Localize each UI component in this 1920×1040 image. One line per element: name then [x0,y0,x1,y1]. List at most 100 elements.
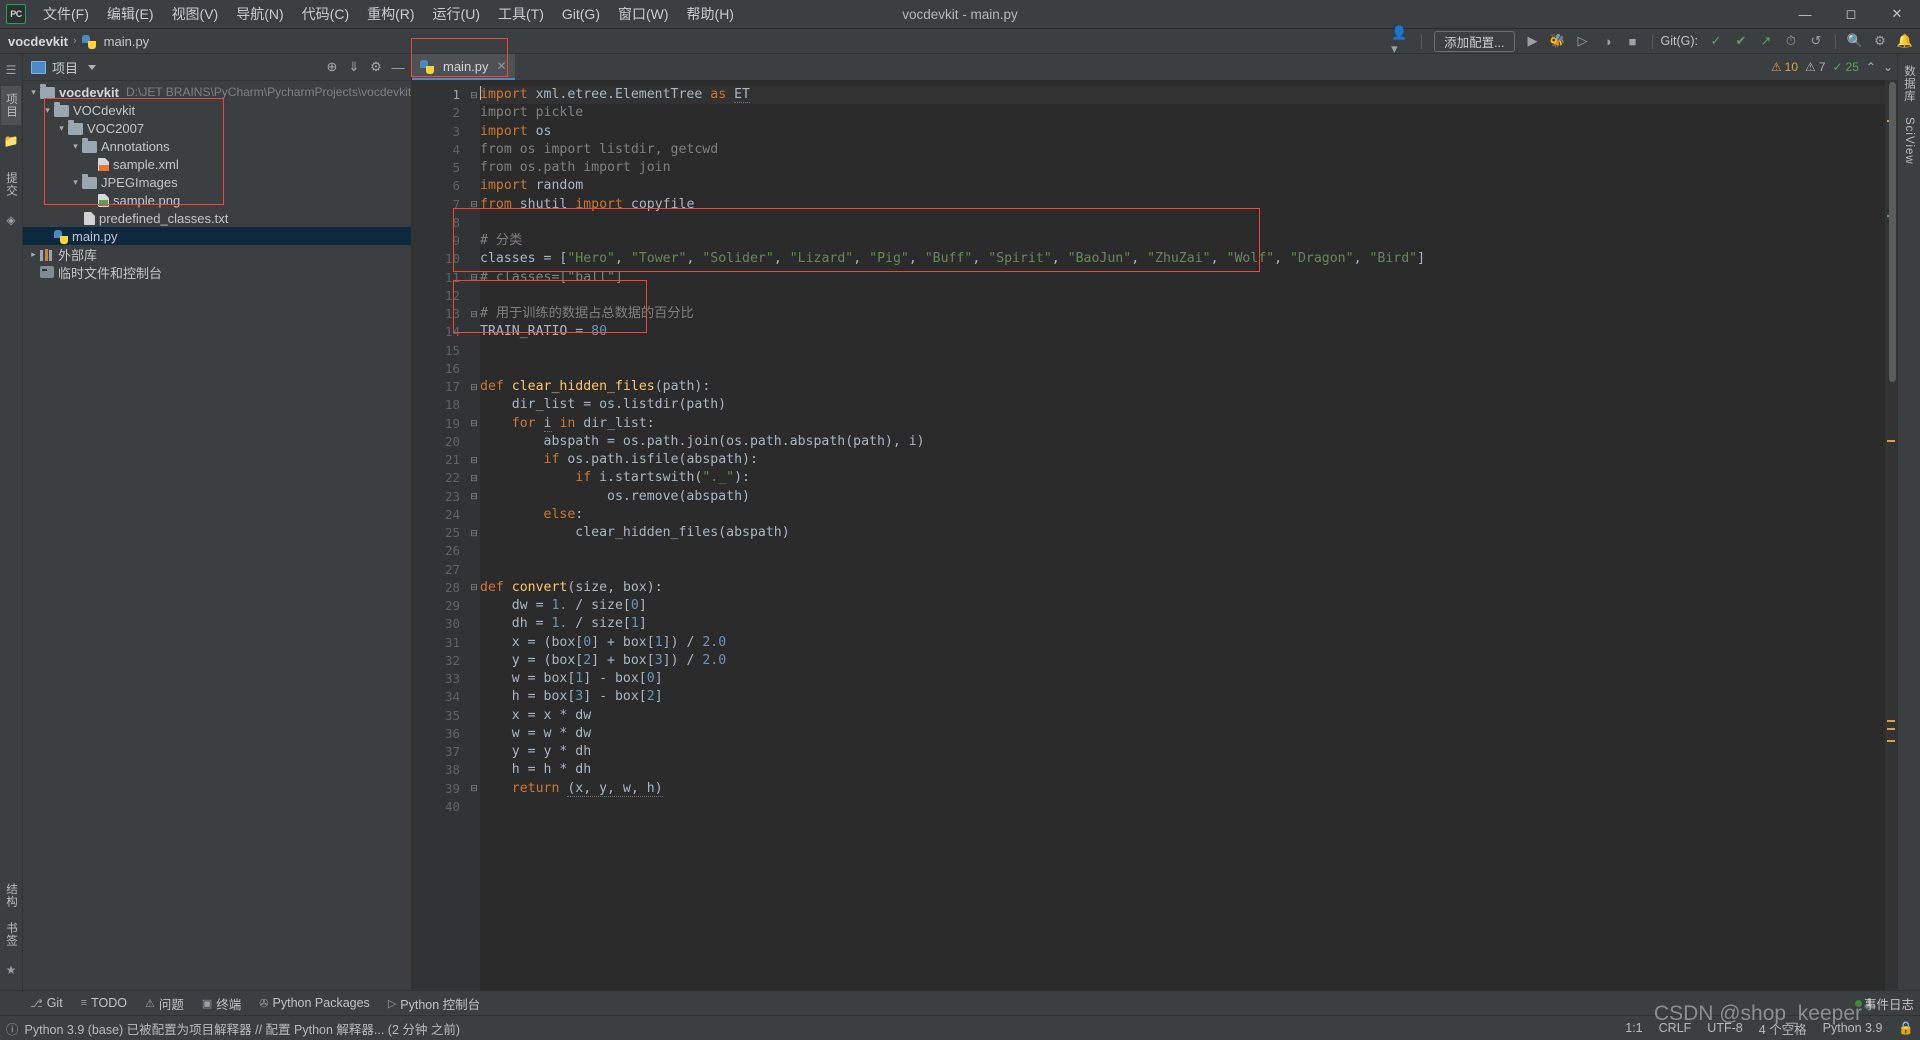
menu-item-9[interactable]: 窗口(W) [609,0,678,28]
close-icon[interactable]: ✕ [497,59,507,73]
code-line[interactable]: dw = 1. / size[0] [480,597,1885,615]
code-line[interactable]: for i in dir_list: [480,415,1885,433]
search-everywhere-button[interactable]: 🔍 [1844,31,1866,51]
tree-item-predefined-classes[interactable]: predefined_classes.txt [23,209,411,227]
code-line[interactable]: clear_hidden_files(abspath) [480,524,1885,542]
bottom-tab-problems[interactable]: ⚠ 问题 [137,991,192,1016]
inspection-typos[interactable]: ✓ 25 [1832,60,1858,74]
chevron-right-icon[interactable]: ▸ [27,249,40,260]
tool-tab-database[interactable]: 数据库 [1899,58,1919,110]
tree-item-JPEGImages[interactable]: ▾ JPEGImages [23,173,411,191]
caret-position[interactable]: 1:1 [1625,1021,1642,1035]
git-update-button[interactable]: ✓ [1705,31,1727,51]
project-tree[interactable]: ▾ vocdevkit D:\JET BRAINS\PyCharm\PycharmP… [23,81,411,990]
code-content[interactable]: import xml.etree.ElementTree as ET import… [480,80,1885,990]
menu-item-10[interactable]: 帮助(H) [678,0,743,28]
fold-toggle-icon[interactable]: ⊟ [468,451,480,469]
code-line[interactable]: h = box[3] - box[2] [480,688,1885,706]
fold-toggle-icon[interactable]: ⊟ [468,488,480,506]
menu-item-4[interactable]: 代码(C) [293,0,358,28]
bottom-tab-event-log[interactable]: 1 事件日志 [1854,994,1914,1013]
code-line[interactable]: dh = 1. / size[1] [480,615,1885,633]
maximize-button[interactable]: ◻ [1828,0,1874,28]
tree-item-scratches[interactable]: 临时文件和控制台 [23,263,411,281]
tool-tab-sciview[interactable]: SciView [1901,110,1917,172]
code-line[interactable]: import xml.etree.ElementTree as ET [480,86,1885,105]
menu-item-5[interactable]: 重构(R) [358,0,423,28]
minimize-button[interactable]: — [1782,0,1828,28]
code-line[interactable]: from os import listdir, getcwd [480,141,1885,159]
code-line[interactable]: from os.path import join [480,159,1885,177]
code-line[interactable] [480,542,1885,560]
tree-item-sample-png[interactable]: sample.png [23,191,411,209]
code-line[interactable] [480,342,1885,360]
code-line[interactable]: classes = ["Hero", "Tower", "Solider", "… [480,250,1885,268]
stop-button[interactable]: ■ [1622,31,1644,51]
breadcrumb-project[interactable]: vocdevkit [8,34,68,49]
code-line[interactable]: # 用于训练的数据占总数据的百分比 [480,305,1885,323]
code-line[interactable]: x = (box[0] + box[1]) / 2.0 [480,634,1885,652]
collapse-all-icon[interactable]: ⇓ [344,57,364,77]
code-line[interactable]: import pickle [480,104,1885,122]
line-separator[interactable]: CRLF [1659,1021,1692,1035]
bookmarks-icon[interactable]: ◈ [2,211,20,229]
fold-toggle-icon[interactable]: ⊟ [468,469,480,487]
hide-panel-icon[interactable]: — [388,57,408,77]
code-line[interactable] [480,561,1885,579]
code-line[interactable]: y = y * dh [480,743,1885,761]
bottom-tab-git[interactable]: ⎇ Git [22,993,71,1013]
folder-strip-icon[interactable]: 📁 [2,132,20,150]
inspection-errors[interactable]: ⚠ 10 [1771,60,1798,74]
tree-item-sample-xml[interactable]: sample.xml [23,155,411,173]
fold-toggle-icon[interactable]: ⊟ [468,269,480,287]
code-line[interactable] [480,360,1885,378]
chevron-down-icon[interactable] [88,64,97,70]
code-line[interactable]: return (x, y, w, h) [480,780,1885,798]
menu-item-2[interactable]: 视图(V) [163,0,228,28]
code-line[interactable]: def convert(size, box): [480,579,1885,597]
panel-settings-icon[interactable]: ⚙ [366,57,386,77]
code-line[interactable]: if i.startswith("._"): [480,469,1885,487]
code-line[interactable]: if os.path.isfile(abspath): [480,451,1885,469]
code-line[interactable]: dir_list = os.listdir(path) [480,396,1885,414]
menu-item-7[interactable]: 工具(T) [489,0,553,28]
fold-toggle-icon[interactable]: ⊟ [468,579,480,597]
editor-tab-main-py[interactable]: main.py ✕ [412,54,515,80]
project-panel-title-group[interactable]: 项目 [31,58,97,77]
debug-button[interactable]: 🐝 [1547,31,1569,51]
code-line[interactable]: x = x * dw [480,707,1885,725]
breadcrumb-file[interactable]: main.py [81,34,149,49]
chevron-down-icon[interactable]: ▾ [27,87,40,98]
code-line[interactable]: os.remove(abspath) [480,488,1885,506]
code-line[interactable]: abspath = os.path.join(os.path.abspath(p… [480,433,1885,451]
tree-item-VOC2007[interactable]: ▾ VOC2007 [23,119,411,137]
chevron-up-icon[interactable]: ⌃ [1866,60,1876,74]
select-opened-file-icon[interactable]: ⊕ [322,57,342,77]
fold-toggle-icon[interactable]: ⊟ [468,196,480,214]
code-line[interactable]: import os [480,123,1885,141]
favorites-star-icon[interactable]: ★ [2,961,20,979]
code-line[interactable] [480,798,1885,816]
code-line[interactable] [480,214,1885,232]
code-line[interactable]: h = h * dh [480,761,1885,779]
notifications-button[interactable]: 🔔 [1894,31,1916,51]
file-encoding[interactable]: UTF-8 [1707,1021,1742,1035]
fold-toggle-icon[interactable]: ⊟ [468,305,480,323]
close-button[interactable]: ✕ [1874,0,1920,28]
chevron-down-icon[interactable]: ▾ [55,123,68,134]
bottom-tab-python-console[interactable]: ▷ Python 控制台 [380,991,488,1016]
tool-tab-structure[interactable]: 结构 [1,876,21,915]
code-folding-gutter[interactable]: ⊟ ⊟ ⊟ ⊟ ⊟ ⊟ ⊟ ⊟ ⊟ ⊟ ⊟ ⊟ [468,80,480,990]
tree-item-external-libraries[interactable]: ▸ 外部库 [23,245,411,263]
fold-toggle-icon[interactable]: ⊟ [468,780,480,798]
git-push-button[interactable]: ↗ [1755,31,1777,51]
tree-item-VOCdevkit[interactable]: ▾ VOCdevkit [23,101,411,119]
fold-toggle-icon[interactable]: ⊟ [468,415,480,433]
code-line[interactable]: TRAIN_RATIO = 80 [480,323,1885,341]
editor-marker-gutter[interactable] [1885,80,1897,990]
settings-button[interactable]: ⚙ [1869,31,1891,51]
menu-item-8[interactable]: Git(G) [553,2,609,26]
code-line[interactable]: w = box[1] - box[0] [480,670,1885,688]
project-panel-icon[interactable]: ☰ [2,61,20,79]
chevron-down-icon[interactable]: ▾ [69,177,82,188]
